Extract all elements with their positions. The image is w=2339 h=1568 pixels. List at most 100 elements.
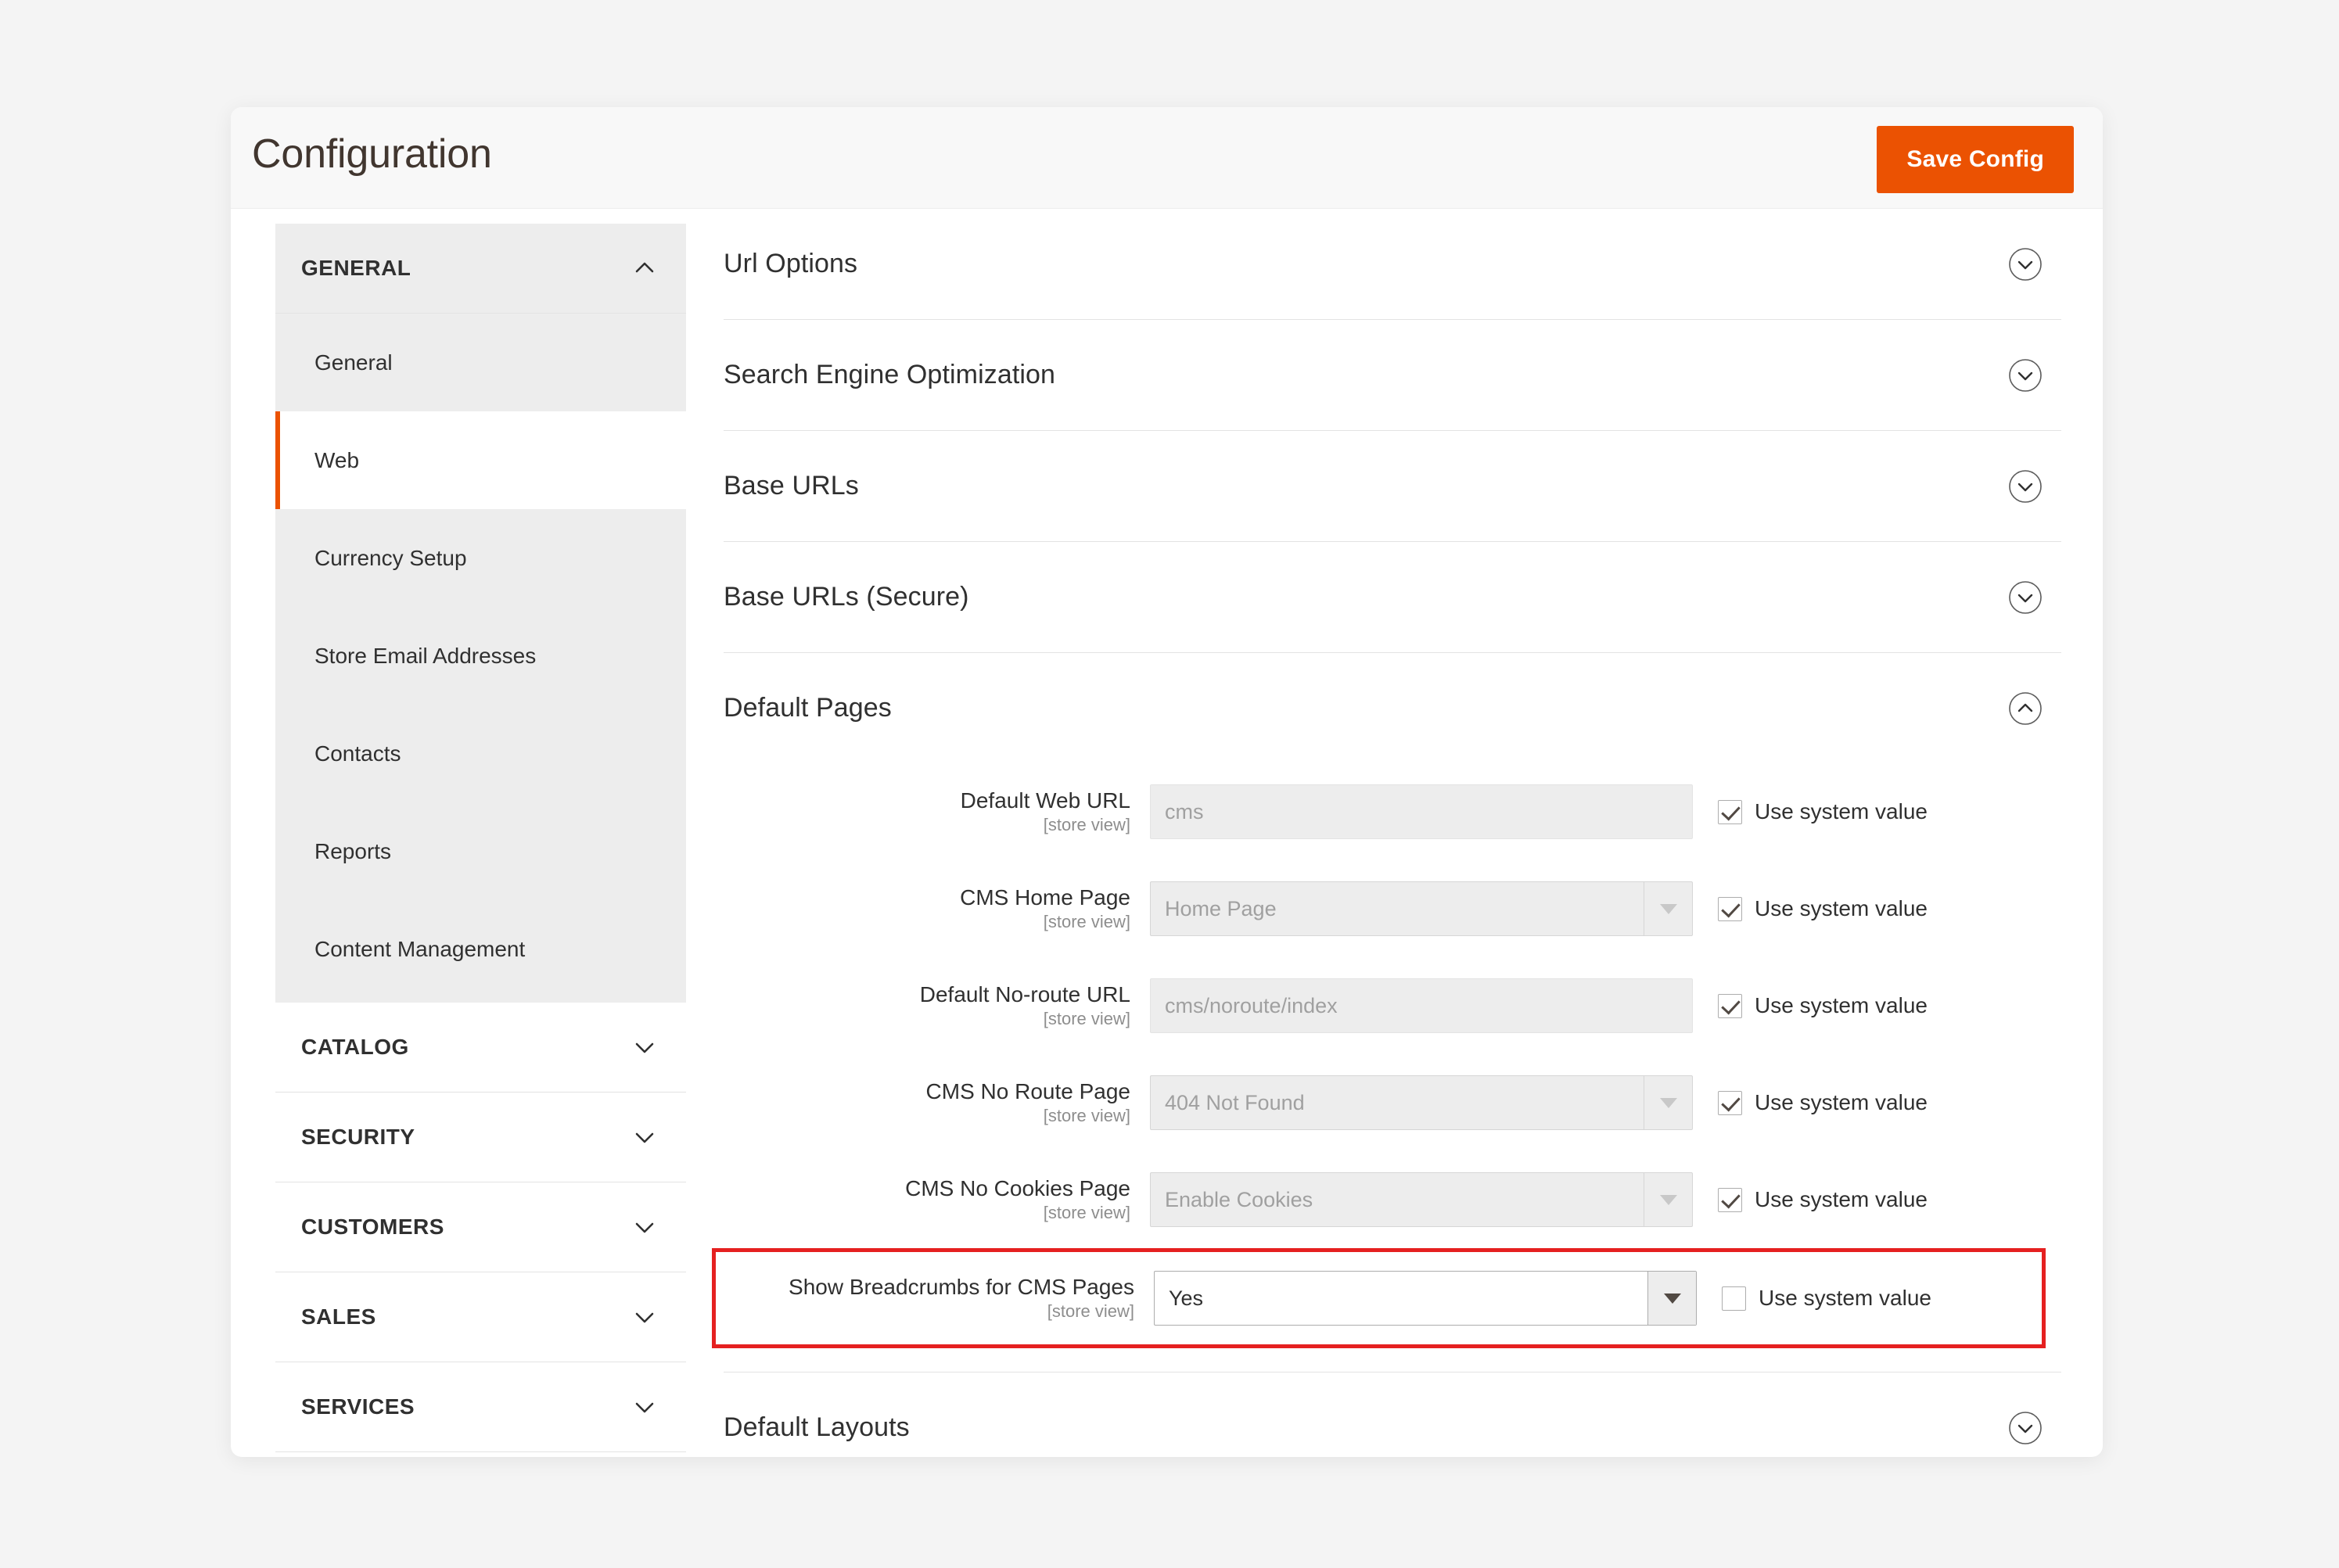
sidebar-section-services[interactable]: SERVICES <box>275 1362 686 1452</box>
page-body: GENERAL General Web Currency Setup Store Ema… <box>231 209 2103 1456</box>
config-section-base-urls: Base URLs <box>724 431 2061 542</box>
field-control: Home Page <box>1150 881 1693 936</box>
sidebar-item-reports[interactable]: Reports <box>275 802 686 900</box>
sidebar-section-label: SALES <box>301 1304 376 1329</box>
use-system-value-toggle[interactable]: Use system value <box>1718 993 1928 1018</box>
chevron-down-icon[interactable] <box>1644 1076 1692 1129</box>
section-header[interactable]: Search Engine Optimization <box>724 320 2061 430</box>
use-system-value-toggle[interactable]: Use system value <box>1718 1187 1928 1212</box>
field-label: Default Web URL <box>960 788 1130 813</box>
field-label-wrap: CMS No Cookies Page [store view] <box>724 1176 1150 1223</box>
sidebar-section-catalog[interactable]: CATALOG <box>275 1003 686 1093</box>
page-title: Configuration <box>252 131 492 177</box>
circle-chevron-down-icon[interactable] <box>2008 358 2043 393</box>
use-system-value-toggle[interactable]: Use system value <box>1722 1286 1931 1311</box>
sidebar-section-general[interactable]: GENERAL <box>275 224 686 314</box>
checkbox-icon[interactable] <box>1718 799 1742 824</box>
use-system-value-label: Use system value <box>1755 1090 1928 1114</box>
use-system-value-toggle[interactable]: Use system value <box>1718 1090 1928 1115</box>
circle-chevron-up-icon[interactable] <box>2008 691 2043 726</box>
sidebar-item-content-management[interactable]: Content Management <box>275 900 686 998</box>
chevron-down-icon <box>633 1035 656 1059</box>
config-section-url-options: Url Options <box>724 209 2061 320</box>
checkbox-icon[interactable] <box>1722 1286 1746 1311</box>
field-scope: [store view] <box>1043 1106 1130 1126</box>
sidebar-section-label: CATALOG <box>301 1035 409 1059</box>
field-label: Default No-route URL <box>919 982 1130 1006</box>
sidebar-item-currency-setup[interactable]: Currency Setup <box>275 509 686 607</box>
field-row: Default No-route URL [store view] Use syst… <box>724 957 2061 1054</box>
section-header[interactable]: Default Pages <box>724 653 2061 763</box>
section-header[interactable]: Base URLs (Secure) <box>724 542 2061 652</box>
select-value: Enable Cookies <box>1165 1187 1313 1211</box>
circle-chevron-down-icon[interactable] <box>2008 247 2043 282</box>
page-header: Configuration Save Config <box>231 107 2103 209</box>
field-label-wrap: Default Web URL [store view] <box>724 788 1150 835</box>
field-row: Default Web URL[store view] Use system va… <box>724 763 2061 860</box>
field-control: Enable Cookies <box>1150 1172 1693 1227</box>
circle-chevron-down-icon[interactable] <box>2008 469 2043 504</box>
configuration-sidebar: GENERAL General Web Currency Setup Store Ema… <box>275 224 686 1452</box>
field-select-cms-home-page: Home Page <box>1150 881 1693 936</box>
chevron-down-icon[interactable] <box>1644 882 1692 935</box>
chevron-down-icon <box>633 1215 656 1239</box>
save-config-button[interactable]: Save Config <box>1877 126 2074 193</box>
use-system-value-label: Use system value <box>1755 896 1928 920</box>
use-system-value-label: Use system value <box>1759 1286 1931 1310</box>
sidebar-section-security[interactable]: SECURITY <box>275 1093 686 1182</box>
section-header[interactable]: Default Layouts <box>724 1372 2061 1457</box>
section-body: Default Web URL[store view]Use system va… <box>712 763 2061 1372</box>
select-value: Yes <box>1169 1286 1204 1310</box>
sidebar-item-label: Contacts <box>314 741 401 766</box>
sidebar-subitems: General Web Currency Setup Store Email Addr… <box>275 314 686 1003</box>
use-system-value-toggle[interactable]: Use system value <box>1718 896 1928 921</box>
sidebar-item-general[interactable]: General <box>275 314 686 411</box>
sidebar-item-label: Content Management <box>314 936 526 961</box>
field-select-show-breadcrumbs-for-cms-pages[interactable]: Yes <box>1154 1271 1697 1326</box>
sidebar-section-label: SERVICES <box>301 1394 415 1419</box>
chevron-down-icon[interactable] <box>1647 1272 1696 1325</box>
sidebar-item-label: Store Email Addresses <box>314 643 537 668</box>
sidebar-section-label: SECURITY <box>301 1125 415 1149</box>
checkbox-icon[interactable] <box>1718 896 1742 921</box>
checkbox-icon[interactable] <box>1718 993 1742 1018</box>
field-scope: [store view] <box>1043 912 1130 932</box>
field-scope: [store view] <box>1047 1301 1134 1322</box>
sidebar-item-label: General <box>314 350 393 375</box>
section-title: Search Engine Optimization <box>724 360 1056 389</box>
field-row-highlighted: Show Breadcrumbs for CMS Pages [store vie… <box>712 1248 2046 1348</box>
chevron-down-icon[interactable] <box>1644 1173 1692 1226</box>
circle-chevron-down-icon[interactable] <box>2008 580 2043 615</box>
field-control <box>1150 978 1693 1033</box>
sidebar-section-sales[interactable]: SALES <box>275 1272 686 1362</box>
config-section-default-pages: Default Pages Default Web URL [store view]… <box>712 653 2061 1372</box>
sidebar-item-contacts[interactable]: Contacts <box>275 705 686 802</box>
select-value: 404 Not Found <box>1165 1090 1305 1114</box>
sidebar-item-label: Web <box>314 447 360 472</box>
circle-chevron-down-icon[interactable] <box>2008 1411 2043 1445</box>
field-label-wrap: CMS No Route Page [store view] <box>724 1079 1150 1126</box>
sidebar-section-label: GENERAL <box>301 256 411 280</box>
sidebar-item-store-email-addresses[interactable]: Store Email Addresses <box>275 607 686 705</box>
field-label: CMS Home Page <box>960 885 1130 910</box>
section-header[interactable]: Base URLs <box>724 431 2061 541</box>
sidebar-item-web[interactable]: Web <box>275 411 686 509</box>
field-label-wrap: Show Breadcrumbs for CMS Pages [store vie… <box>728 1275 1154 1322</box>
chevron-down-icon <box>633 1125 656 1149</box>
field-label-wrap: Default No-route URL [store view] <box>724 982 1150 1029</box>
sidebar-section-customers[interactable]: CUSTOMERS <box>275 1182 686 1272</box>
chevron-up-icon <box>633 257 656 280</box>
field-row: CMS Home Page [store view] Home Page Use sy… <box>724 860 2061 957</box>
field-scope: [store view] <box>1043 815 1130 835</box>
field-select-cms-no-cookies-page: Enable Cookies <box>1150 1172 1693 1227</box>
checkbox-icon[interactable] <box>1718 1187 1742 1212</box>
chevron-down-icon <box>633 1305 656 1329</box>
use-system-value-toggle[interactable]: Use system value <box>1718 799 1928 824</box>
field-scope: [store view] <box>1043 1009 1130 1029</box>
checkbox-icon[interactable] <box>1718 1090 1742 1115</box>
config-section-default-layouts: Default Layouts <box>724 1372 2061 1457</box>
use-system-value-label: Use system value <box>1755 1187 1928 1211</box>
field-label: CMS No Cookies Page <box>905 1176 1130 1200</box>
section-header[interactable]: Url Options <box>724 209 2061 319</box>
section-title: Base URLs <box>724 471 859 501</box>
